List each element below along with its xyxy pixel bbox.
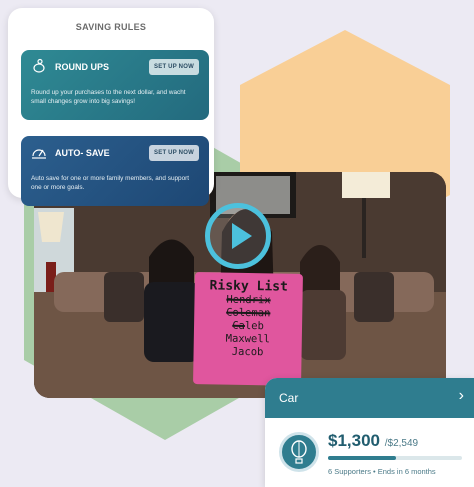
saving-rules-title: SAVING RULES: [75, 22, 147, 32]
round-ups-description: Round up your purchases to the next doll…: [31, 89, 186, 105]
sign-line: Jacob: [231, 345, 264, 359]
goal-progress-bar: [328, 456, 462, 460]
sign-title: Risky List: [209, 278, 289, 295]
saving-rules-card: SAVING RULES ROUND UPS SET UP NOW Round …: [8, 8, 214, 206]
round-ups-setup-button[interactable]: SET UP NOW: [149, 59, 199, 75]
sign-line-rest: leb: [244, 319, 264, 333]
auto-save-description: Auto save for one or more family members…: [31, 175, 190, 191]
play-icon: [232, 223, 252, 249]
auto-save-title: AUTO- SAVE: [55, 148, 110, 158]
goal-avatar: [279, 432, 319, 472]
goal-saved: $1,300: [328, 431, 380, 450]
round-ups-title: ROUND UPS: [55, 62, 110, 72]
round-ups-rule[interactable]: ROUND UPS SET UP NOW Round up your purch…: [21, 50, 209, 120]
goal-progress-fill: [328, 456, 397, 460]
play-button[interactable]: [205, 203, 271, 269]
goal-amount: $1,300 /$2,549: [328, 431, 418, 451]
sign-line-crossed-part: Ca: [232, 319, 246, 332]
chevron-right-icon[interactable]: ›: [459, 387, 464, 405]
hot-air-balloon-icon: [291, 440, 307, 464]
goal-target: /$2,549: [384, 438, 419, 449]
auto-save-gauge-icon: [32, 149, 46, 159]
auto-save-setup-button[interactable]: SET UP NOW: [149, 145, 199, 161]
auto-save-rule[interactable]: AUTO- SAVE SET UP NOW Auto save for one …: [21, 136, 209, 206]
piggy-bank-icon: [33, 58, 45, 73]
goal-meta: 6 Supporters • Ends in 6 months: [328, 467, 436, 476]
goal-card[interactable]: Car › $1,300 /$2,549 6 Supporters • Ends…: [265, 378, 474, 487]
goal-name: Car: [279, 391, 299, 405]
risky-list-sign: Risky List Hendrix Coleman Caleb Maxwell…: [193, 272, 303, 386]
goal-header[interactable]: Car ›: [265, 378, 474, 418]
